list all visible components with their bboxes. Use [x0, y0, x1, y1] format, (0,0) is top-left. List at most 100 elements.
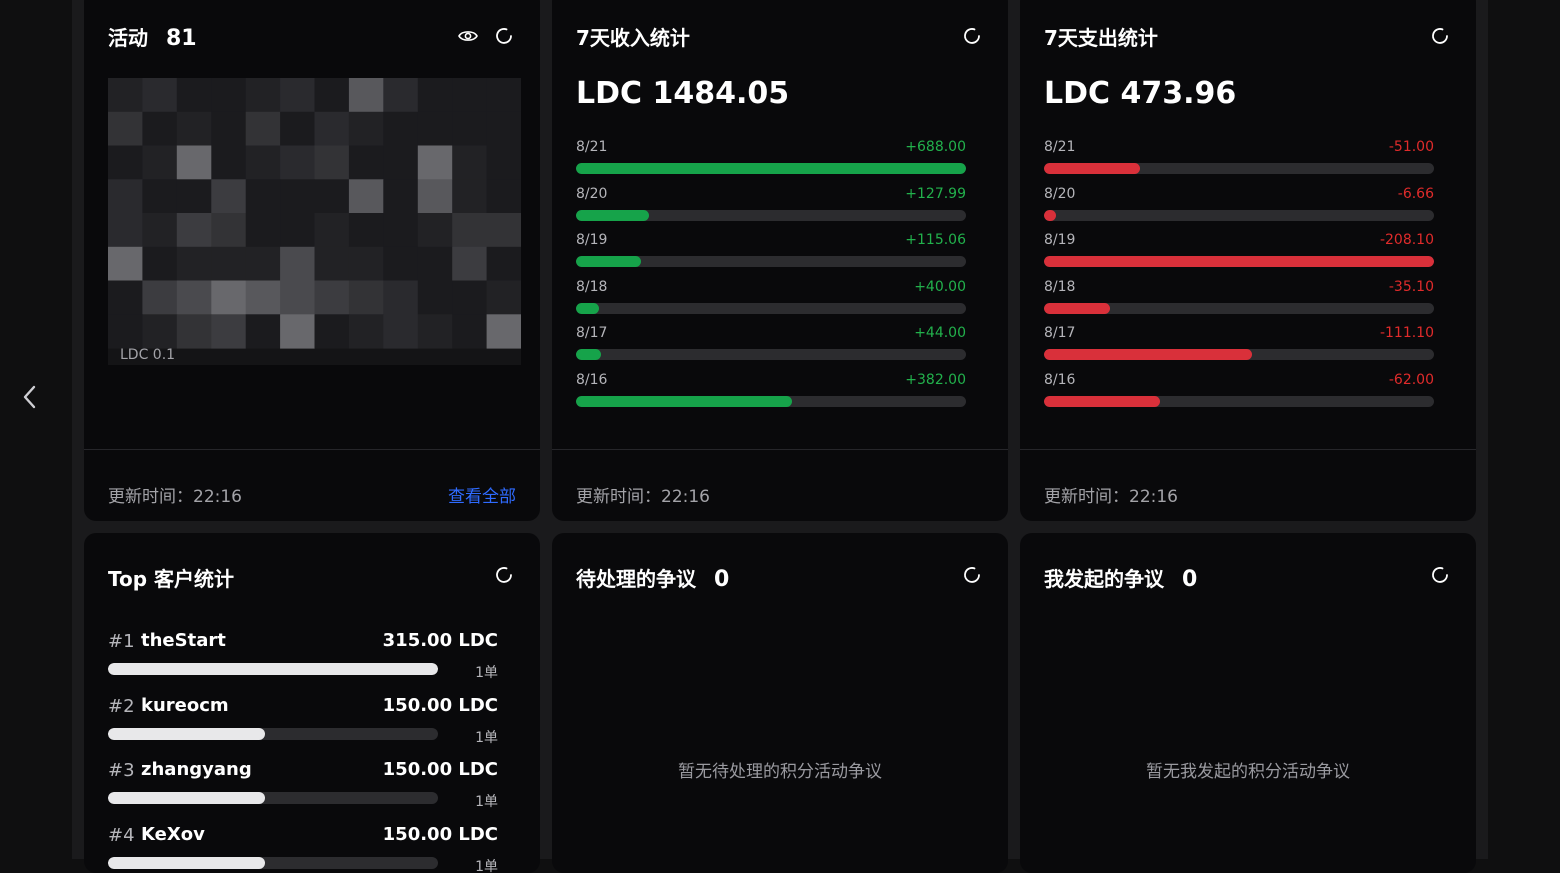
- bar-value: -62.00: [1388, 371, 1434, 388]
- customer-amount: 315.00 LDC: [382, 630, 498, 651]
- mosaic-cell: [280, 246, 315, 282]
- customer-name: kureocm: [141, 694, 229, 716]
- mosaic-cell: [280, 280, 315, 315]
- bar-row: 8/17 -111.10: [1044, 324, 1434, 371]
- my-disputes-card: 我发起的争议 0 暂无我发起的积分活动争议: [1020, 533, 1476, 873]
- pending-disputes-card: 待处理的争议 0 暂无待处理的积分活动争议: [552, 533, 1008, 873]
- activity-preview-label: LDC 0.1: [120, 347, 176, 363]
- top-customers-refresh-button[interactable]: [492, 563, 516, 587]
- eye-icon: [458, 31, 478, 41]
- mosaic-cell: [280, 314, 315, 349]
- mosaic-cell: [452, 78, 488, 113]
- customer-amount: 150.00 LDC: [382, 759, 498, 781]
- my-disputes-empty-message: 暂无我发起的积分活动争议: [1146, 762, 1350, 782]
- bar-row: 8/19 -208.10: [1044, 231, 1434, 278]
- mosaic-cell: [211, 145, 247, 180]
- mosaic-cell: [452, 111, 488, 147]
- customer-name: KeXov: [141, 823, 205, 845]
- mosaic-cell: [417, 111, 453, 147]
- expense-total: LDC 473.96: [1044, 76, 1237, 111]
- visibility-toggle-button[interactable]: [456, 24, 480, 48]
- bar-track: [1044, 302, 1434, 314]
- mosaic-cell: [314, 179, 350, 214]
- my-disputes-title: 我发起的争议: [1044, 567, 1164, 591]
- mosaic-cell: [486, 213, 521, 248]
- bar-date: 8/21: [576, 139, 608, 155]
- bar-track: [576, 395, 966, 407]
- mosaic-cell: [348, 213, 384, 248]
- expense-card: 7天支出统计 LDC 473.96 8/21 -51.00 8/20 -6.66 8/1…: [1020, 0, 1476, 521]
- mosaic-cell: [280, 179, 315, 214]
- bar-value: -35.10: [1388, 278, 1434, 295]
- top-customers-title: Top 客户统计: [108, 567, 235, 591]
- customer-row: #3 zhangyang 150.00 LDC 1单: [108, 757, 498, 822]
- my-disputes-refresh-button[interactable]: [1428, 563, 1452, 587]
- bar-row: 8/18 -35.10: [1044, 278, 1434, 325]
- activity-refresh-button[interactable]: [492, 24, 516, 48]
- income-card: 7天收入统计 LDC 1484.05 8/21 +688.00 8/20 +127.9…: [552, 0, 1008, 521]
- mosaic-cell: [176, 246, 212, 282]
- mosaic-cell: [486, 111, 521, 147]
- bar-row: 8/19 +115.06: [576, 231, 966, 278]
- mosaic-cell: [176, 213, 212, 248]
- income-title: 7天收入统计: [576, 26, 690, 50]
- mosaic-cell: [280, 213, 315, 248]
- bar-value: -208.10: [1379, 232, 1434, 249]
- bar-track: [576, 302, 966, 314]
- bar-track: [1044, 349, 1434, 361]
- customer-row: #4 KeXov 150.00 LDC 1单: [108, 822, 498, 873]
- mosaic-cell: [245, 213, 281, 248]
- bar-track: [576, 209, 966, 221]
- mosaic-cell: [452, 280, 488, 315]
- expense-divider: [1020, 449, 1476, 450]
- mosaic-cell: [417, 179, 453, 214]
- mosaic-cell: [176, 78, 212, 113]
- income-total: LDC 1484.05: [576, 76, 790, 111]
- bar-date: 8/17: [576, 325, 608, 342]
- expense-refresh-button[interactable]: [1428, 24, 1452, 48]
- customer-rank: #4: [108, 824, 135, 846]
- prev-arrow-button[interactable]: [14, 380, 46, 414]
- bar-date: 8/18: [576, 278, 608, 295]
- mosaic-cell: [108, 246, 143, 282]
- customer-bar-fill: [108, 727, 266, 740]
- mosaic-cell: [314, 213, 350, 248]
- bar-value: +44.00: [914, 325, 966, 342]
- income-refresh-button[interactable]: [960, 24, 984, 48]
- bar-fill: [576, 256, 642, 268]
- bar-date: 8/19: [576, 232, 608, 249]
- mosaic-cell: [176, 145, 212, 180]
- customer-bar-fill: [108, 663, 438, 675]
- income-bar-list: 8/21 +688.00 8/20 +127.99 8/19 +115.06 8/18 +40…: [576, 138, 966, 418]
- bar-date: 8/19: [1044, 232, 1076, 249]
- customer-rank: #2: [108, 695, 135, 717]
- mosaic-cell: [348, 145, 384, 180]
- mosaic-cell: [486, 280, 521, 315]
- mosaic-cell: [280, 78, 315, 113]
- bar-track: [1044, 395, 1434, 407]
- mosaic-cell: [348, 280, 384, 315]
- mosaic-cell: [142, 213, 178, 248]
- mosaic-cell: [486, 179, 521, 214]
- mosaic-cell: [245, 280, 281, 315]
- chevron-left-icon: [23, 385, 36, 409]
- mosaic-cell: [348, 78, 384, 113]
- view-all-link[interactable]: 查看全部: [448, 482, 516, 507]
- bar-row: 8/21 -51.00: [1044, 138, 1434, 185]
- mosaic-cell: [176, 111, 212, 147]
- mosaic-cell: [176, 314, 212, 349]
- bar-row: 8/17 +44.00: [576, 324, 966, 371]
- mosaic-cell: [314, 314, 350, 349]
- mosaic-cell: [417, 145, 453, 180]
- mosaic-cell: [245, 179, 281, 214]
- customer-bar-track: [108, 727, 438, 740]
- mosaic-cell: [280, 111, 315, 147]
- customer-orders: 1单: [475, 665, 498, 681]
- mosaic-cell: [245, 314, 281, 349]
- bar-fill: [1044, 209, 1057, 221]
- mosaic-cell: [211, 246, 247, 282]
- pending-disputes-refresh-button[interactable]: [960, 563, 984, 587]
- bar-fill: [1044, 256, 1434, 268]
- bar-date: 8/17: [1044, 325, 1076, 342]
- mosaic-cell: [314, 280, 350, 315]
